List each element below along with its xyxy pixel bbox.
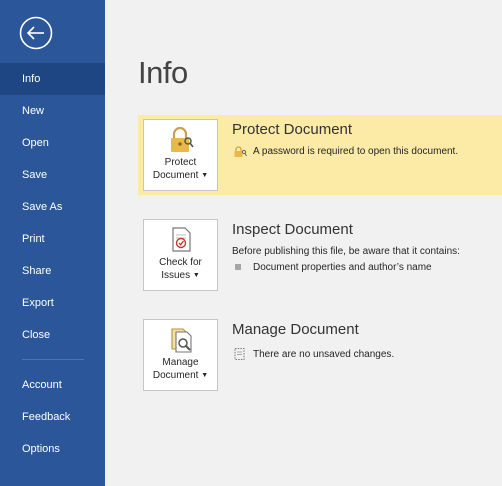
manage-document-button[interactable]: Manage Document ▼ [143,319,218,391]
protect-document-section: Protect Document ▼ Protect Document A pa… [138,115,502,195]
chevron-down-icon: ▼ [201,372,209,379]
inspect-document-icon [172,227,191,252]
nav-account[interactable]: Account [0,369,105,401]
inspect-document-title: Inspect Document [232,221,353,238]
nav-new[interactable]: New [0,95,105,127]
bullet-icon [235,264,241,270]
nav-open[interactable]: Open [0,127,105,159]
nav-info[interactable]: Info [0,63,105,95]
nav-options[interactable]: Options [0,433,105,465]
nav-print[interactable]: Print [0,223,105,255]
inspect-document-section: Check for Issues ▼ Inspect Document Befo… [138,215,502,295]
lock-key-icon [171,126,194,152]
protect-tile-label: Protect [164,157,197,168]
manage-document-section: Manage Document ▼ Manage Document There … [138,315,502,395]
page-title: Info [138,55,188,90]
check-for-issues-button[interactable]: Check for Issues ▼ [143,219,218,291]
inspect-intro: Before publishing this file, be aware th… [232,246,460,257]
chevron-down-icon: ▼ [201,172,209,179]
check-tile-label-text: Issues [161,270,191,281]
manage-document-icon [171,328,192,353]
protect-document-title: Protect Document [232,121,353,138]
nav-close[interactable]: Close [0,319,105,351]
nav-share[interactable]: Share [0,255,105,287]
backstage-sidebar: Info New Open Save Save As Print Share E… [0,0,105,486]
manage-message: There are no unsaved changes. [253,349,395,360]
inspect-bullet-item: Document properties and author’s name [253,262,432,273]
check-tile-label-2: Issues ▼ [144,269,217,282]
nav-save[interactable]: Save [0,159,105,191]
manage-tile-label: Manage [162,357,199,368]
lock-small-icon [234,146,247,157]
nav-divider [22,359,84,360]
chevron-down-icon: ▼ [192,272,200,279]
protect-tile-label-text: Document [152,170,199,181]
manage-tile-label-text: Document [152,370,199,381]
check-tile-label: Check for [159,257,202,268]
nav-export[interactable]: Export [0,287,105,319]
protect-message: A password is required to open this docu… [253,146,459,157]
nav-save-as[interactable]: Save As [0,191,105,223]
manage-document-title: Manage Document [232,321,359,338]
document-dotted-icon [234,348,245,360]
manage-tile-label-2: Document ▼ [144,369,217,382]
info-pane: Info Protect Document ▼ Protect Document… [105,0,502,486]
back-arrow-icon[interactable] [19,16,53,50]
nav-feedback[interactable]: Feedback [0,401,105,433]
protect-tile-label-2: Document ▼ [144,169,217,182]
protect-document-button[interactable]: Protect Document ▼ [143,119,218,191]
